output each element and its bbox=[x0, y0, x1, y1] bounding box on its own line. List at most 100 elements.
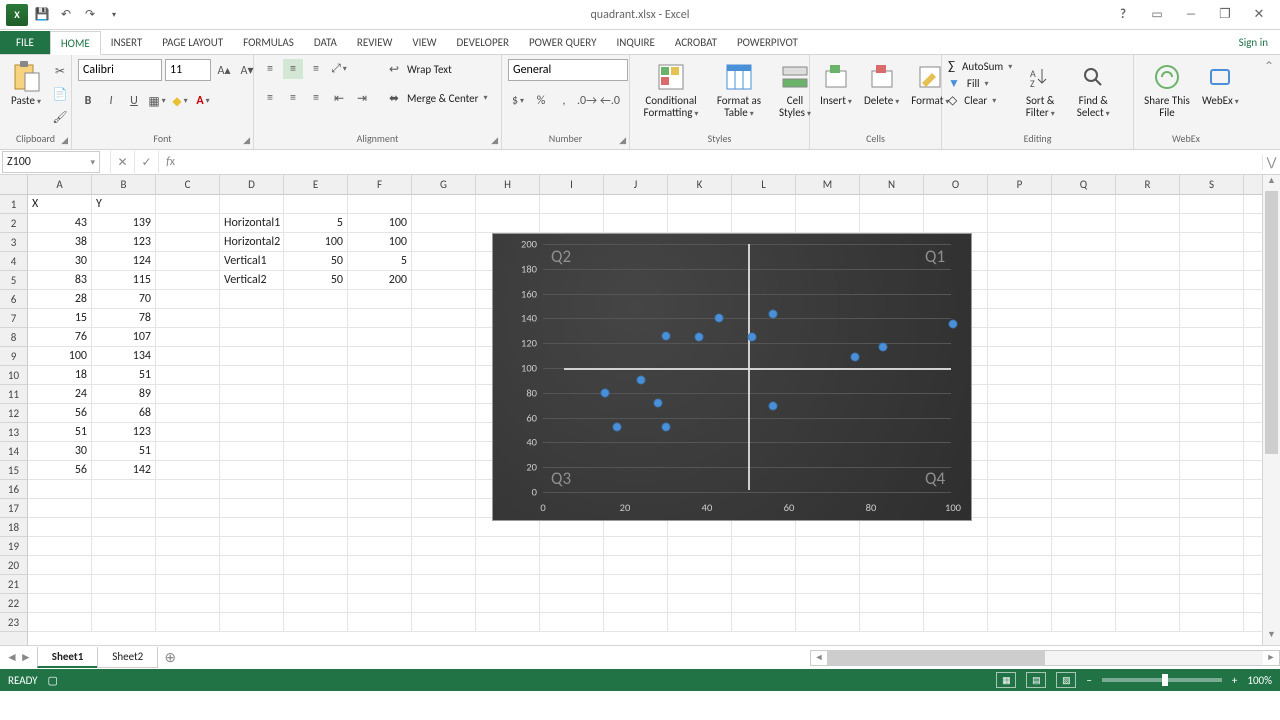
cell[interactable] bbox=[604, 537, 668, 555]
cell[interactable] bbox=[92, 575, 156, 593]
align-top-icon[interactable]: ≡ bbox=[260, 59, 280, 79]
cell[interactable] bbox=[348, 347, 412, 365]
cell[interactable] bbox=[412, 537, 476, 555]
row-header[interactable]: 6 bbox=[0, 290, 27, 309]
cell[interactable] bbox=[796, 575, 860, 593]
cell[interactable] bbox=[220, 328, 284, 346]
cell[interactable] bbox=[348, 366, 412, 384]
cell[interactable] bbox=[28, 480, 92, 498]
col-header[interactable]: K bbox=[668, 175, 732, 194]
cell[interactable] bbox=[988, 195, 1052, 213]
row-header[interactable]: 17 bbox=[0, 499, 27, 518]
tab-review[interactable]: REVIEW bbox=[347, 31, 403, 54]
accounting-format-icon[interactable]: $ bbox=[508, 91, 528, 111]
cell[interactable] bbox=[156, 556, 220, 574]
cell[interactable]: 51 bbox=[92, 442, 156, 460]
cell[interactable] bbox=[412, 328, 476, 346]
cell[interactable] bbox=[988, 385, 1052, 403]
cell[interactable] bbox=[220, 290, 284, 308]
cell[interactable] bbox=[732, 214, 796, 232]
cell[interactable] bbox=[156, 499, 220, 517]
cell[interactable] bbox=[1116, 214, 1180, 232]
cell[interactable] bbox=[92, 518, 156, 536]
cell[interactable] bbox=[1052, 423, 1116, 441]
cell[interactable] bbox=[1180, 195, 1244, 213]
row-header[interactable]: 11 bbox=[0, 385, 27, 404]
cell[interactable] bbox=[156, 271, 220, 289]
align-center-icon[interactable]: ≡ bbox=[283, 88, 303, 108]
cell[interactable]: Horizontal2 bbox=[220, 233, 284, 251]
cell[interactable] bbox=[412, 461, 476, 479]
cell[interactable] bbox=[284, 518, 348, 536]
cell[interactable]: 28 bbox=[28, 290, 92, 308]
cell[interactable] bbox=[860, 195, 924, 213]
zoom-in-icon[interactable]: + bbox=[1232, 674, 1237, 687]
cell[interactable] bbox=[156, 480, 220, 498]
col-header[interactable]: J bbox=[604, 175, 668, 194]
cell[interactable] bbox=[604, 195, 668, 213]
cell[interactable] bbox=[284, 613, 348, 631]
cell[interactable]: Y bbox=[92, 195, 156, 213]
cell[interactable] bbox=[156, 195, 220, 213]
cell[interactable] bbox=[476, 214, 540, 232]
cell[interactable] bbox=[284, 423, 348, 441]
minimize-icon[interactable]: ― bbox=[1174, 4, 1208, 26]
cell[interactable] bbox=[604, 214, 668, 232]
sheet-nav-prev-icon[interactable]: ◄ bbox=[6, 650, 18, 665]
cell[interactable] bbox=[28, 594, 92, 612]
cell[interactable] bbox=[988, 537, 1052, 555]
cell[interactable]: 56 bbox=[28, 404, 92, 422]
cell[interactable] bbox=[1052, 290, 1116, 308]
row-header[interactable]: 9 bbox=[0, 347, 27, 366]
cell[interactable] bbox=[412, 613, 476, 631]
row-header[interactable]: 20 bbox=[0, 556, 27, 575]
cell[interactable]: 70 bbox=[92, 290, 156, 308]
cell[interactable] bbox=[284, 480, 348, 498]
row-header[interactable]: 21 bbox=[0, 575, 27, 594]
cell[interactable]: 30 bbox=[28, 442, 92, 460]
cell[interactable] bbox=[412, 518, 476, 536]
find-select-button[interactable]: Find & Select bbox=[1068, 59, 1118, 122]
tab-data[interactable]: DATA bbox=[304, 31, 347, 54]
cell[interactable] bbox=[988, 347, 1052, 365]
cell[interactable] bbox=[28, 537, 92, 555]
row-header[interactable]: 8 bbox=[0, 328, 27, 347]
collapse-ribbon-icon[interactable]: ⌃ bbox=[1264, 59, 1274, 74]
cell[interactable]: 43 bbox=[28, 214, 92, 232]
delete-cells-button[interactable]: Delete bbox=[860, 59, 903, 110]
cell[interactable] bbox=[412, 233, 476, 251]
cell[interactable] bbox=[988, 613, 1052, 631]
cell[interactable]: 115 bbox=[92, 271, 156, 289]
cell[interactable]: 51 bbox=[28, 423, 92, 441]
cell[interactable] bbox=[220, 423, 284, 441]
cell[interactable] bbox=[220, 594, 284, 612]
cell[interactable] bbox=[476, 537, 540, 555]
cell[interactable]: 107 bbox=[92, 328, 156, 346]
paste-button[interactable]: Paste bbox=[6, 59, 46, 110]
name-box[interactable]: Z100▾ bbox=[2, 151, 100, 173]
restore-icon[interactable]: ❐ bbox=[1208, 4, 1242, 26]
cell[interactable]: 24 bbox=[28, 385, 92, 403]
cell[interactable] bbox=[540, 537, 604, 555]
cell[interactable] bbox=[156, 575, 220, 593]
cell[interactable] bbox=[604, 575, 668, 593]
cell[interactable] bbox=[1116, 461, 1180, 479]
cell[interactable]: 89 bbox=[92, 385, 156, 403]
cell[interactable] bbox=[1052, 575, 1116, 593]
cell[interactable] bbox=[412, 442, 476, 460]
cell[interactable] bbox=[476, 594, 540, 612]
undo-icon[interactable]: ↶ bbox=[58, 7, 74, 23]
horizontal-scrollbar[interactable]: ◄► bbox=[810, 650, 1280, 666]
col-header[interactable]: A bbox=[28, 175, 92, 194]
cell[interactable] bbox=[284, 309, 348, 327]
cell[interactable] bbox=[28, 518, 92, 536]
cell[interactable] bbox=[1116, 537, 1180, 555]
cell[interactable] bbox=[1052, 613, 1116, 631]
col-header[interactable]: O bbox=[924, 175, 988, 194]
cell[interactable] bbox=[1180, 271, 1244, 289]
cell[interactable] bbox=[860, 613, 924, 631]
cell[interactable] bbox=[668, 594, 732, 612]
cell[interactable] bbox=[988, 271, 1052, 289]
col-header[interactable]: Q bbox=[1052, 175, 1116, 194]
cell[interactable] bbox=[796, 556, 860, 574]
